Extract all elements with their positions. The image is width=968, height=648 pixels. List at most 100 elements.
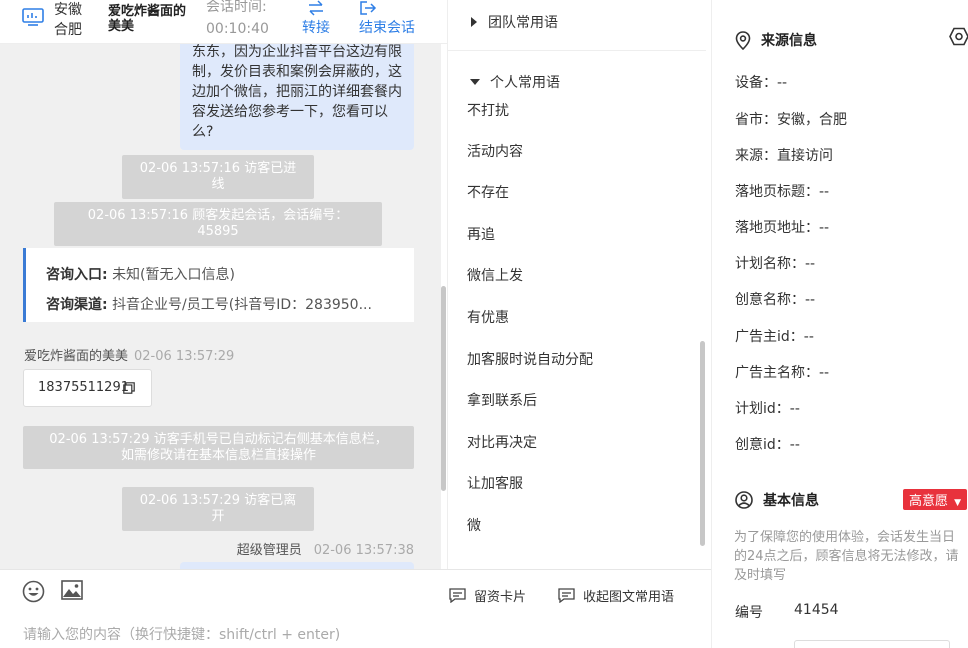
- phrase-item[interactable]: 微: [467, 515, 481, 535]
- phrase-item[interactable]: 不存在: [467, 182, 509, 202]
- field-value: --: [789, 437, 800, 453]
- field-value: 直接访问: [777, 148, 833, 164]
- phone-number: 18375511291: [38, 380, 129, 395]
- transfer-label: 转接: [302, 20, 330, 36]
- quick-phrases-panel: 团队常用语 个人常用语 不打扰 活动内容 不存在 再追 微信上发 有优惠 加客服…: [447, 0, 711, 569]
- monitor-icon: [22, 8, 44, 26]
- chat-header: 安徽合肥 爱吃炸酱面的美美 会话时间: 00:10:40 转接 结束会话: [0, 0, 447, 44]
- settings-icon[interactable]: [949, 27, 968, 46]
- team-phrases-label: 团队常用语: [488, 15, 558, 31]
- field-advertiser-name: 广告主名称：--: [735, 362, 829, 382]
- transfer-icon: [309, 0, 323, 16]
- session-time: 00:10:40: [206, 21, 269, 37]
- caret-down-icon: ▼: [954, 498, 962, 508]
- info-note: 为了保障您的使用体验，会话发生当日的24点之后，顾客信息将无法修改，请及时填写: [734, 530, 959, 583]
- field-value: 安徽，合肥: [777, 112, 847, 128]
- system-message: 02-06 13:57:16 访客已进线: [122, 155, 314, 199]
- field-value: --: [789, 401, 800, 417]
- field-label: 创意id：: [735, 437, 790, 453]
- field-value: --: [803, 329, 814, 345]
- phrase-item[interactable]: 微信上发: [467, 265, 523, 285]
- basic-info-title: 基本信息: [735, 490, 819, 510]
- entry-value: 未知(暂无入口信息): [112, 267, 235, 283]
- caret-down-icon: [470, 79, 480, 85]
- phrase-item[interactable]: 拿到联系后: [467, 390, 537, 410]
- lead-card-label: 留资卡片: [474, 590, 527, 605]
- end-session-button[interactable]: 结束会话: [359, 0, 415, 36]
- field-label: 创意名称：: [735, 292, 805, 308]
- visitor-location: 安徽合肥: [54, 2, 82, 38]
- field-value: --: [805, 256, 816, 272]
- phrase-item[interactable]: 加客服时说自动分配: [467, 349, 593, 369]
- phrase-item[interactable]: 活动内容: [467, 141, 523, 161]
- message-list[interactable]: 东东，因为企业抖音平台这边有限制，发价目表和案例会屏蔽的，这边加个微信，把丽江的…: [0, 44, 441, 569]
- image-icon[interactable]: [61, 580, 83, 600]
- system-message-phone: 02-06 13:57:29 访客手机号已自动标记右侧基本信息栏， 如需修改请在…: [23, 426, 414, 469]
- phrases-scrollbar[interactable]: [700, 341, 705, 546]
- field-source: 来源：直接访问: [735, 145, 833, 165]
- visitor-sender-line: 爱吃炸酱面的美美 02-06 13:57:29: [24, 345, 234, 364]
- personal-phrases-label: 个人常用语: [490, 75, 560, 91]
- collapse-phrases-button[interactable]: 收起图文常用语: [558, 586, 674, 605]
- source-info-title: 来源信息: [735, 30, 817, 50]
- consult-info-card: 咨询入口: 未知(暂无入口信息) 咨询渠道: 抖音企业号/员工号(抖音号ID：2…: [23, 248, 414, 322]
- chat-scrollbar[interactable]: [441, 286, 446, 491]
- end-session-label: 结束会话: [359, 20, 415, 36]
- field-label: 计划id：: [735, 401, 790, 417]
- field-device: 设备：--: [735, 72, 787, 92]
- field-landing-title: 落地页标题：--: [735, 181, 829, 201]
- field-input[interactable]: [794, 640, 950, 648]
- field-label: 广告主id：: [735, 329, 804, 345]
- visitor-info-panel: 来源信息 设备：-- 省市：安徽，合肥 来源：直接访问 落地页标题：-- 落地页…: [711, 0, 968, 648]
- user-icon: [735, 491, 753, 509]
- id-label: 编号: [735, 605, 763, 621]
- field-label: 省市：: [735, 112, 777, 128]
- copy-icon[interactable]: [123, 382, 135, 394]
- source-info-label: 来源信息: [761, 33, 817, 49]
- phrase-item[interactable]: 有优惠: [467, 307, 509, 327]
- field-value: --: [819, 365, 830, 381]
- id-value: 41454: [794, 602, 839, 618]
- admin-sender-name: 超级管理员: [236, 543, 302, 558]
- visitor-sender-name: 爱吃炸酱面的美美: [24, 349, 129, 364]
- field-plan-id: 计划id：--: [735, 398, 800, 418]
- exit-icon: [360, 1, 377, 15]
- system-message: 02-06 13:57:16 顾客发起会话，会话编号：45895: [54, 202, 382, 246]
- field-plan-name: 计划名称：--: [735, 253, 815, 273]
- intent-tag-dropdown[interactable]: 高意愿 ▼: [903, 489, 968, 510]
- phrase-item[interactable]: 对比再决定: [467, 432, 537, 452]
- personal-phrases-group[interactable]: 个人常用语: [470, 72, 560, 92]
- phrase-item[interactable]: 不打扰: [467, 100, 509, 120]
- visitor-name: 爱吃炸酱面的美美: [108, 4, 187, 34]
- field-creative-name: 创意名称：--: [735, 289, 815, 309]
- caret-right-icon: [471, 17, 477, 27]
- field-advertiser-id: 广告主id：--: [735, 326, 814, 346]
- field-label: 计划名称：: [735, 256, 805, 272]
- card-icon: [449, 588, 466, 603]
- admin-timestamp: 02-06 13:57:38: [313, 543, 414, 558]
- basic-info-label: 基本信息: [763, 493, 819, 509]
- field-value: --: [819, 220, 830, 236]
- phrase-item[interactable]: 让加客服: [467, 473, 523, 493]
- system-phone-line2: 如需修改请在基本信息栏直接操作: [120, 448, 316, 463]
- chat-panel: 安徽合肥 爱吃炸酱面的美美 会话时间: 00:10:40 转接 结束会话 东东，…: [0, 0, 447, 648]
- system-phone-line1: 02-06 13:57:29 访客手机号已自动标记右侧基本信息栏，: [49, 432, 388, 447]
- emoji-icon[interactable]: [22, 580, 45, 603]
- field-province-city: 省市：安徽，合肥: [735, 109, 847, 129]
- transfer-button[interactable]: 转接: [302, 0, 330, 36]
- entry-label: 咨询入口:: [46, 267, 108, 283]
- message-input-area[interactable]: 留资卡片 收起图文常用语 请输入您的内容（换行快捷键：shift/ctrl + …: [0, 569, 711, 648]
- field-value: --: [805, 292, 816, 308]
- admin-sender-line: 超级管理员 02-06 13:57:38: [237, 539, 414, 558]
- lead-card-button[interactable]: 留资卡片: [449, 586, 526, 605]
- location-pin-icon: [735, 30, 751, 50]
- team-phrases-group[interactable]: 团队常用语: [470, 12, 558, 32]
- field-value: --: [819, 184, 830, 200]
- phone-message[interactable]: 18375511291: [23, 369, 152, 407]
- system-message: 02-06 13:57:29 访客已离开: [122, 487, 314, 531]
- agent-message-bubble: [180, 562, 414, 569]
- message-icon: [558, 588, 575, 603]
- phrase-item[interactable]: 再追: [467, 224, 495, 244]
- field-label: 设备：: [735, 75, 777, 91]
- message-input[interactable]: 请输入您的内容（换行快捷键：shift/ctrl + enter): [23, 624, 340, 644]
